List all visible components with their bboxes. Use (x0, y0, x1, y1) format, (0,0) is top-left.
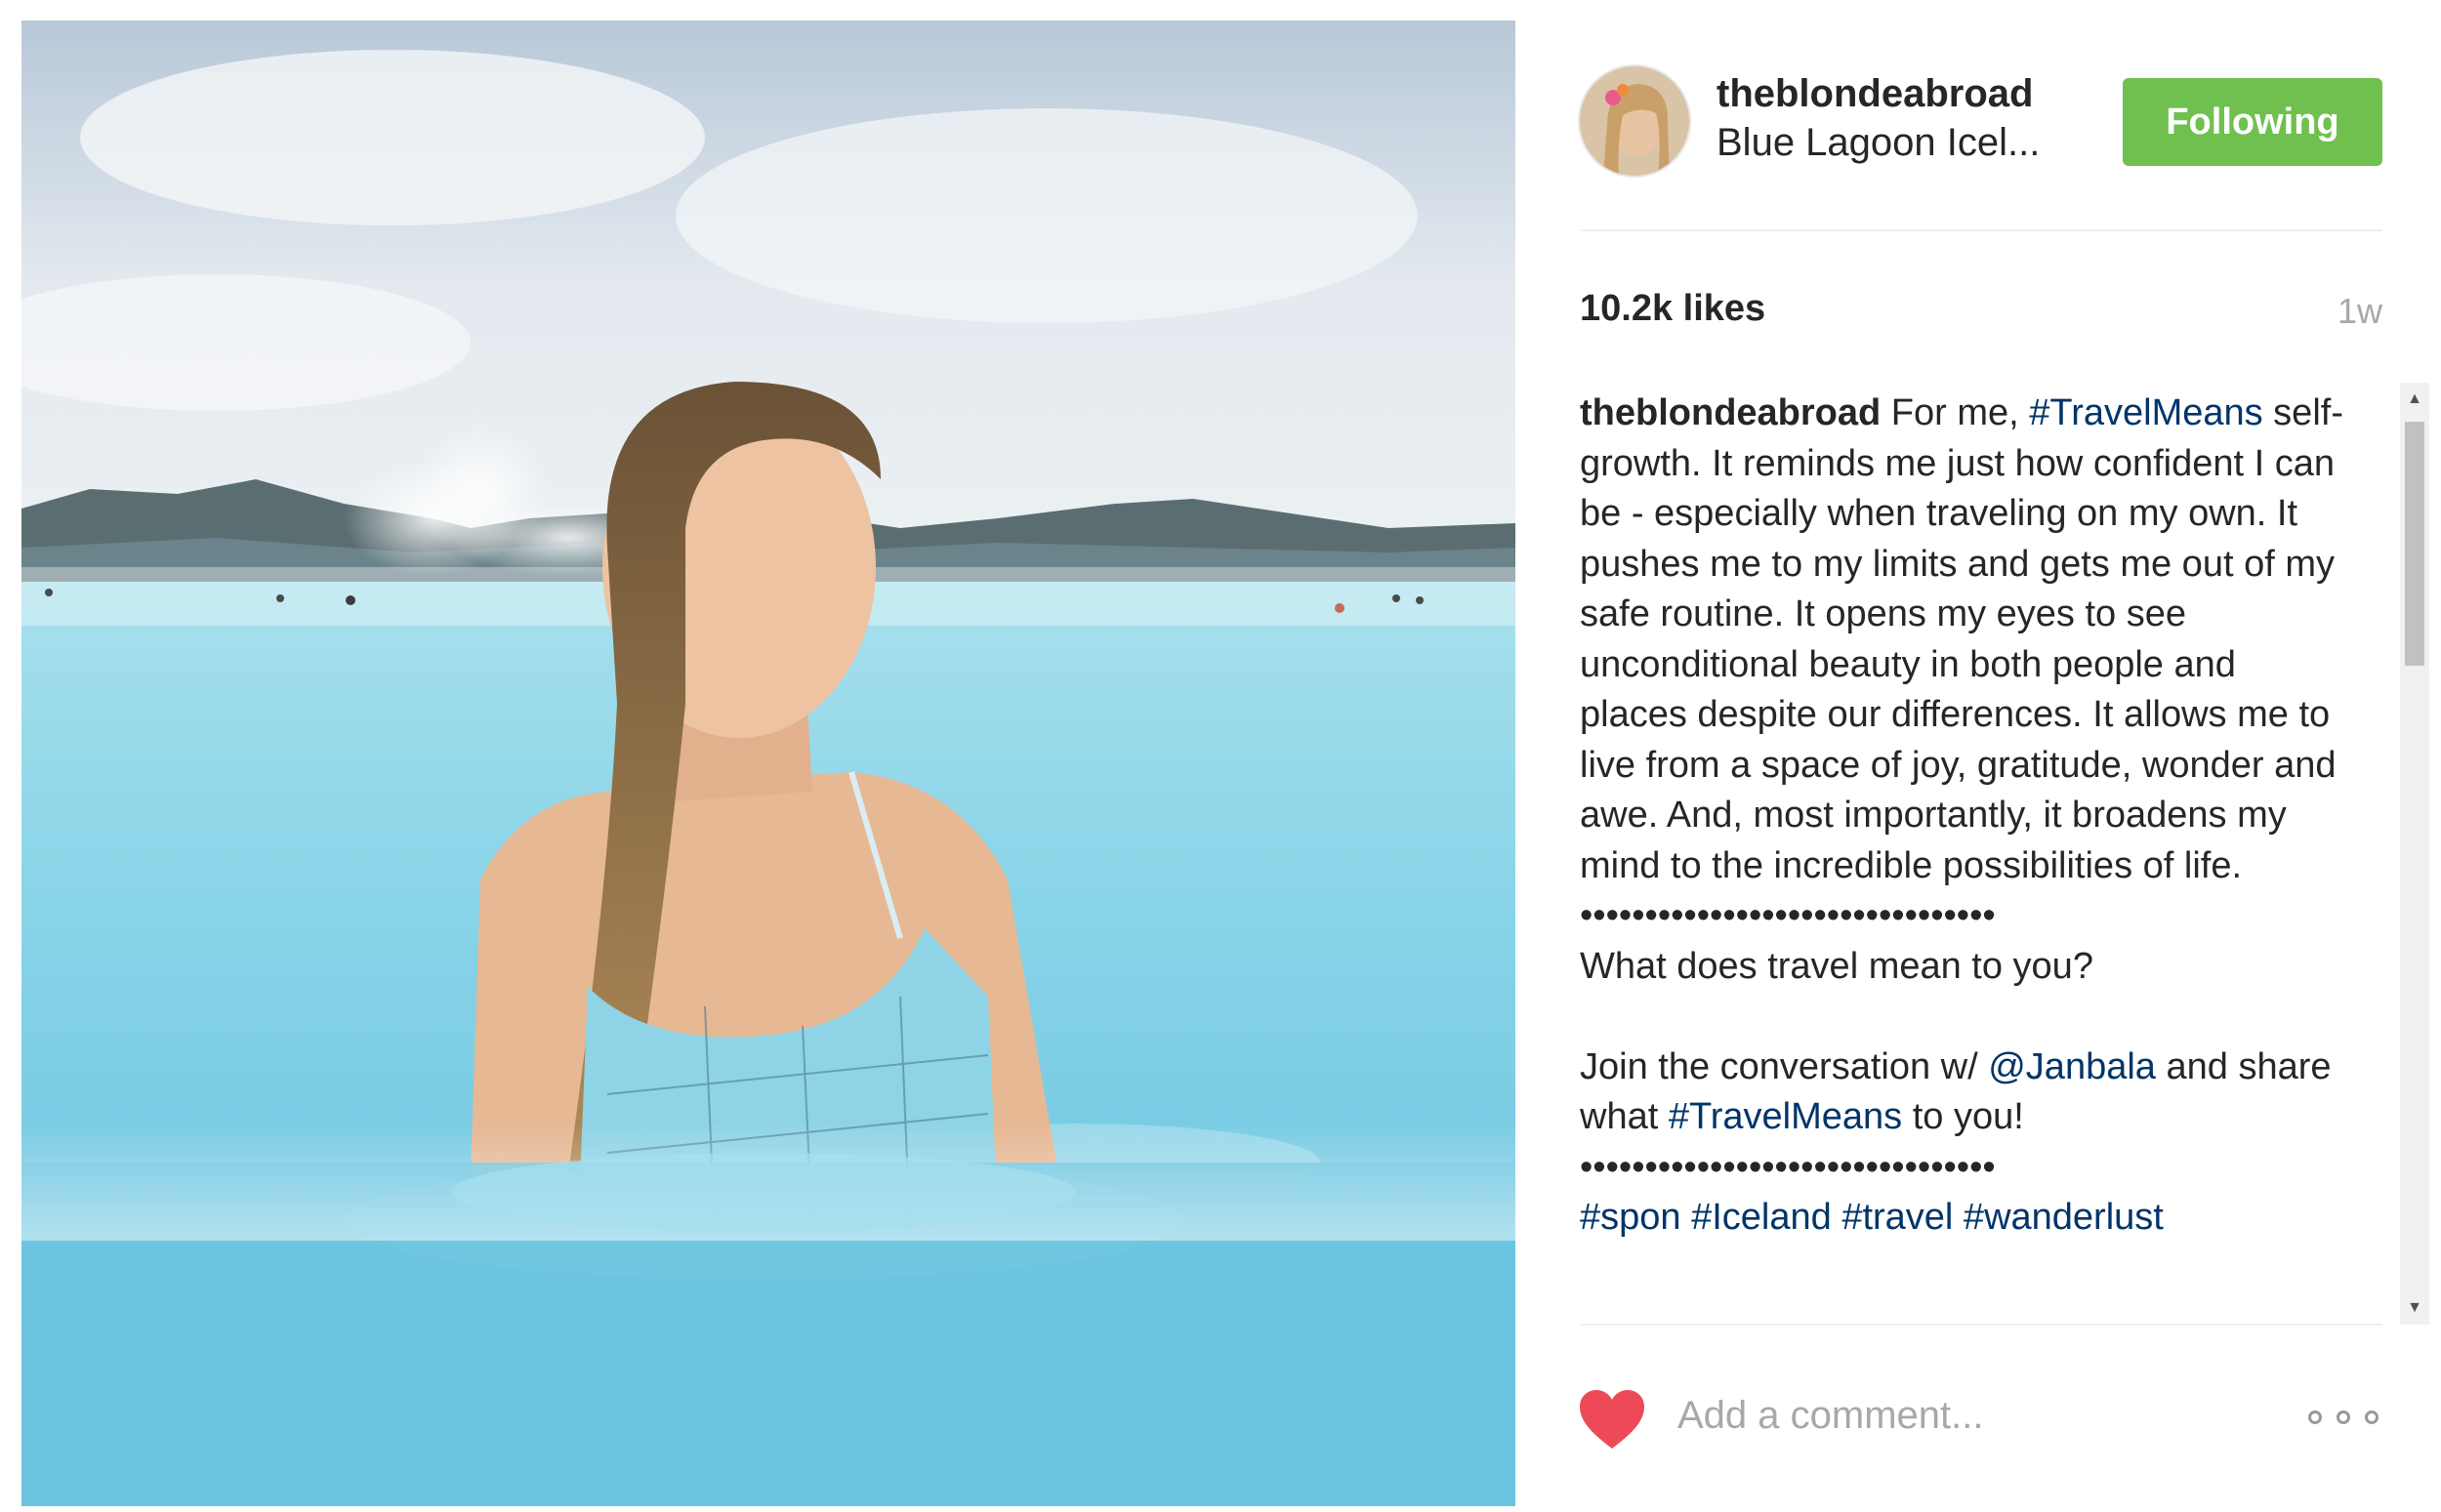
heart-shape (1580, 1390, 1644, 1449)
post-username[interactable]: theblondeabroad (1717, 72, 2033, 116)
profile-avatar[interactable] (1580, 66, 1689, 176)
post-location[interactable]: Blue Lagoon Icel... (1717, 121, 2040, 165)
caption-text-part-2: self-growth. It reminds me just how conf… (1580, 392, 2343, 886)
header-divider (1580, 229, 2382, 231)
caption-text: theblondeabroad For me, #TravelMeans sel… (1580, 388, 2351, 1244)
caption-text-part-1: For me, (1881, 392, 2030, 433)
more-dot (2337, 1410, 2350, 1424)
caption-scroll-area[interactable]: theblondeabroad For me, #TravelMeans sel… (1580, 388, 2380, 1321)
post-photo[interactable] (21, 20, 1515, 1506)
caption-join-text: Join the conversation w/ (1580, 1045, 1989, 1087)
caption-dot-separator-2: •••••••••••••••••••••••••••••••• (1580, 1146, 1996, 1188)
mention-janbala-link[interactable]: @Janbala (1988, 1046, 2156, 1087)
hashtag-travelmeans-link-2[interactable]: #TravelMeans (1669, 1096, 1902, 1137)
caption-join-post: to you! (1902, 1096, 2024, 1137)
post-details-panel: theblondeabroad Blue Lagoon Icel... Foll… (1515, 0, 2441, 1512)
more-options-icon[interactable] (2308, 1398, 2379, 1437)
scroll-up-arrow-icon[interactable]: ▲ (2400, 385, 2429, 414)
likes-count[interactable]: 10.2k likes (1580, 288, 1765, 330)
instagram-post-view: theblondeabroad Blue Lagoon Icel... Foll… (0, 0, 2441, 1512)
caption-question: What does travel mean to you? (1580, 945, 2093, 987)
lagoon-photo-illustration (21, 20, 1515, 1506)
caption-scrollbar[interactable]: ▲ ▼ (2400, 383, 2429, 1325)
caption-username[interactable]: theblondeabroad (1580, 392, 1881, 433)
add-comment-input[interactable] (1677, 1381, 2224, 1450)
more-dot (2308, 1410, 2322, 1424)
caption-hashtags[interactable]: #spon #Iceland #travel #wanderlust (1580, 1197, 2164, 1238)
heart-icon[interactable] (1578, 1388, 1646, 1451)
more-dot (2365, 1410, 2379, 1424)
post-age[interactable]: 1w (2338, 291, 2382, 332)
avatar-image (1580, 66, 1689, 176)
following-button[interactable]: Following (2123, 78, 2382, 166)
hashtag-travelmeans-link[interactable]: #TravelMeans (2029, 392, 2262, 433)
scrollbar-thumb[interactable] (2405, 422, 2424, 666)
caption-dot-separator: •••••••••••••••••••••••••••••••• (1580, 895, 1996, 936)
footer-divider (1580, 1324, 2382, 1326)
scroll-down-arrow-icon[interactable]: ▼ (2400, 1293, 2429, 1323)
